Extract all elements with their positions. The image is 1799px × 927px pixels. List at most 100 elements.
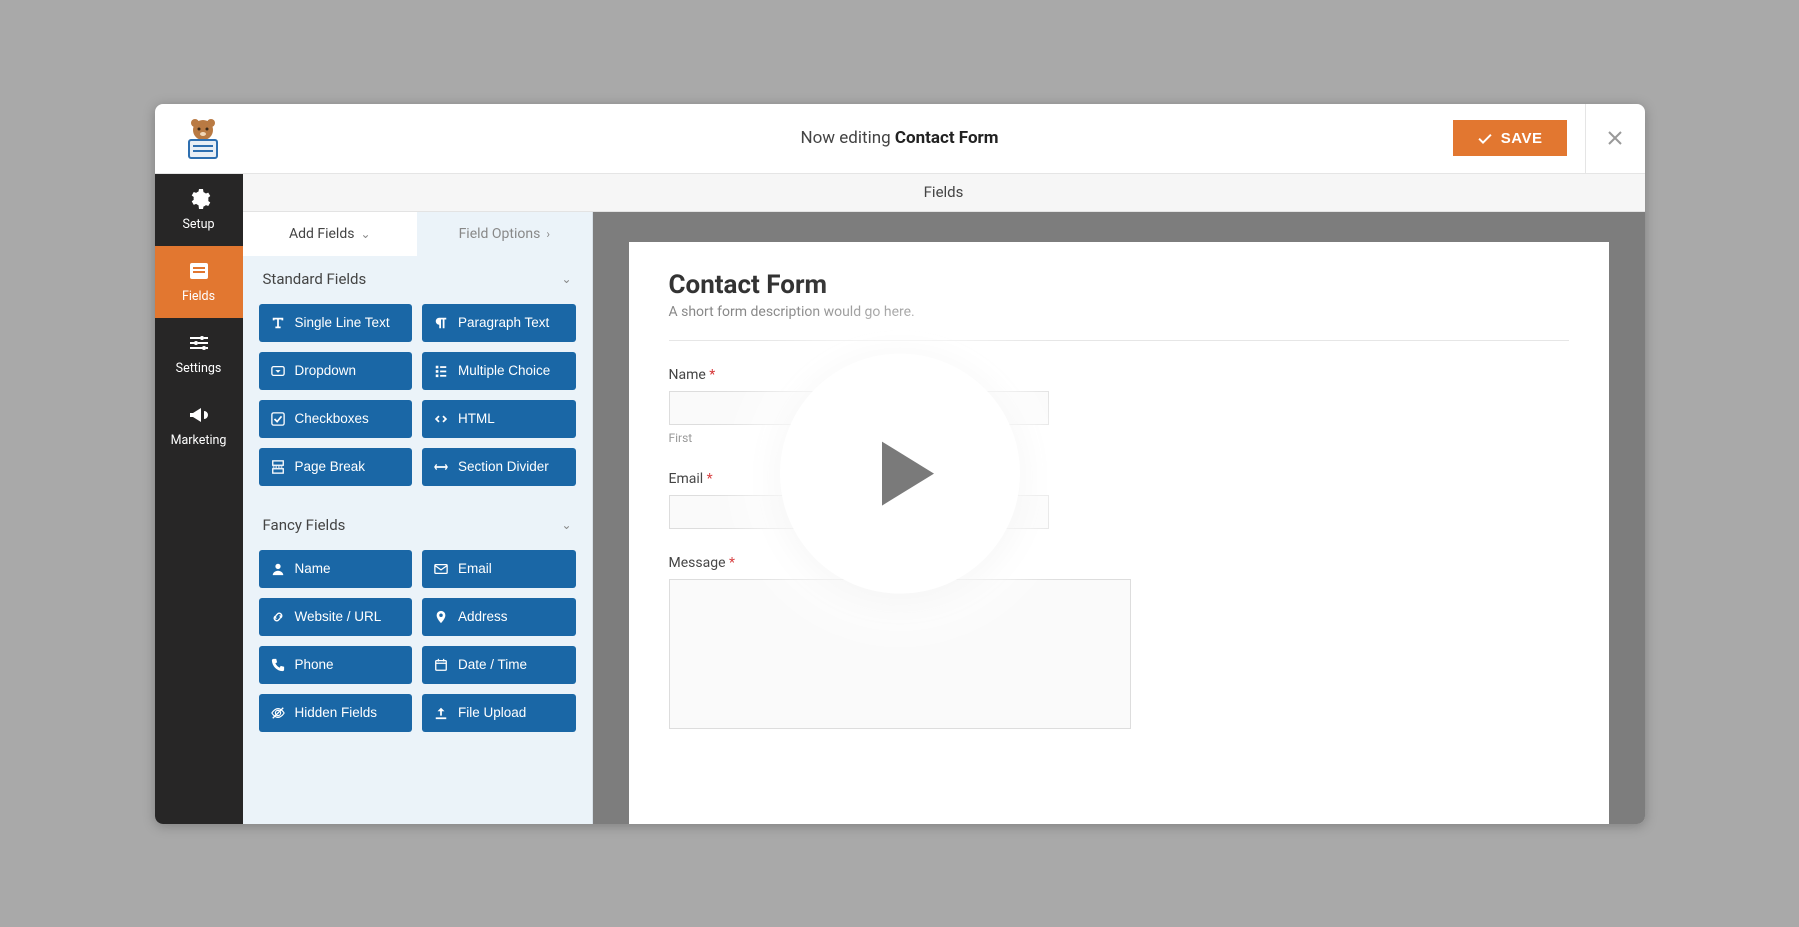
rail-fields-label: Fields xyxy=(182,289,215,304)
eye-off-icon xyxy=(271,706,285,720)
field-datetime[interactable]: Date / Time xyxy=(422,646,576,684)
field-label: Website / URL xyxy=(295,609,382,624)
section-fancy-label: Fancy Fields xyxy=(263,516,346,534)
field-label: Date / Time xyxy=(458,657,527,672)
play-button[interactable] xyxy=(780,353,1020,593)
top-bar: Now editing Contact Form SAVE xyxy=(155,104,1645,174)
field-paragraph-text[interactable]: Paragraph Text xyxy=(422,304,576,342)
panel-title-bar: Fields xyxy=(243,174,1645,212)
field-label: Email xyxy=(458,561,492,576)
section-standard-label: Standard Fields xyxy=(263,270,367,288)
message-textarea[interactable] xyxy=(669,579,1131,729)
field-label: Hidden Fields xyxy=(295,705,378,720)
field-multiple-choice[interactable]: Multiple Choice xyxy=(422,352,576,390)
fancy-fields-grid: Name Email Website / URL Address Phone D… xyxy=(243,544,592,748)
rail-marketing[interactable]: Marketing xyxy=(155,390,243,462)
link-icon xyxy=(271,610,285,624)
save-button[interactable]: SAVE xyxy=(1453,120,1567,156)
paragraph-icon xyxy=(434,316,448,330)
field-html[interactable]: HTML xyxy=(422,400,576,438)
required-asterisk: * xyxy=(707,471,713,487)
calendar-icon xyxy=(434,658,448,672)
tab-add-fields[interactable]: Add Fields ⌄ xyxy=(243,212,418,256)
checkbox-icon xyxy=(271,412,285,426)
rail-setup[interactable]: Setup xyxy=(155,174,243,246)
tab-field-options-label: Field Options xyxy=(459,226,541,242)
rail-settings[interactable]: Settings xyxy=(155,318,243,390)
dropdown-icon xyxy=(271,364,285,378)
label-text: Email xyxy=(669,471,704,487)
rail-settings-label: Settings xyxy=(176,361,222,376)
rail-marketing-label: Marketing xyxy=(171,433,227,448)
field-label: Dropdown xyxy=(295,363,357,378)
sliders-icon xyxy=(187,331,211,355)
gear-icon xyxy=(187,187,211,211)
map-pin-icon xyxy=(434,610,448,624)
name-label: Name * xyxy=(669,367,1569,383)
field-phone[interactable]: Phone xyxy=(259,646,413,684)
field-hidden[interactable]: Hidden Fields xyxy=(259,694,413,732)
phone-icon xyxy=(271,658,285,672)
play-icon xyxy=(866,433,946,513)
tab-add-fields-label: Add Fields xyxy=(289,226,355,242)
form-icon xyxy=(187,259,211,283)
field-page-break[interactable]: Page Break xyxy=(259,448,413,486)
field-website[interactable]: Website / URL xyxy=(259,598,413,636)
editing-prefix: Now editing xyxy=(800,128,894,148)
app-frame: Now editing Contact Form SAVE Setup Fiel… xyxy=(155,104,1645,824)
nav-rail: Setup Fields Settings Marketing xyxy=(155,174,243,824)
field-single-line-text[interactable]: Single Line Text xyxy=(259,304,413,342)
preview-area: Contact Form A short form description wo… xyxy=(593,212,1645,824)
field-label: HTML xyxy=(458,411,495,426)
field-label: Single Line Text xyxy=(295,315,390,330)
chevron-down-icon: ⌄ xyxy=(360,227,370,241)
code-icon xyxy=(434,412,448,426)
top-bar-right: SAVE xyxy=(1453,104,1645,173)
field-label: Name xyxy=(295,561,331,576)
field-label: Phone xyxy=(295,657,334,672)
close-icon xyxy=(1605,128,1625,148)
sidebar-tabs: Add Fields ⌄ Field Options › xyxy=(243,212,592,256)
tab-field-options[interactable]: Field Options › xyxy=(417,212,592,256)
field-label: Section Divider xyxy=(458,459,549,474)
field-name[interactable]: Name xyxy=(259,550,413,588)
chevron-right-icon: › xyxy=(546,227,550,241)
required-asterisk: * xyxy=(709,367,715,383)
form-title: Contact Form xyxy=(669,270,1569,300)
bear-logo-icon xyxy=(179,114,227,162)
rail-fields[interactable]: Fields xyxy=(155,246,243,318)
section-standard-fields[interactable]: Standard Fields ⌄ xyxy=(243,256,592,298)
envelope-icon xyxy=(434,562,448,576)
field-checkboxes[interactable]: Checkboxes xyxy=(259,400,413,438)
rail-setup-label: Setup xyxy=(182,217,214,232)
field-label: Checkboxes xyxy=(295,411,369,426)
user-icon xyxy=(271,562,285,576)
field-label: Page Break xyxy=(295,459,366,474)
section-fancy-fields[interactable]: Fancy Fields ⌄ xyxy=(243,502,592,544)
save-label: SAVE xyxy=(1501,130,1543,147)
field-label: File Upload xyxy=(458,705,526,720)
field-address[interactable]: Address xyxy=(422,598,576,636)
label-text: Message xyxy=(669,555,726,571)
field-section-divider[interactable]: Section Divider xyxy=(422,448,576,486)
field-dropdown[interactable]: Dropdown xyxy=(259,352,413,390)
field-email[interactable]: Email xyxy=(422,550,576,588)
required-asterisk: * xyxy=(729,555,735,571)
chevron-down-icon: ⌄ xyxy=(561,518,571,532)
form-preview: Contact Form A short form description wo… xyxy=(629,242,1609,824)
divider-icon xyxy=(434,460,448,474)
field-upload[interactable]: File Upload xyxy=(422,694,576,732)
panel-title: Fields xyxy=(924,183,964,201)
form-name: Contact Form xyxy=(895,128,999,148)
close-button[interactable] xyxy=(1585,104,1645,173)
standard-fields-grid: Single Line Text Paragraph Text Dropdown… xyxy=(243,298,592,502)
editing-title: Now editing Contact Form xyxy=(155,128,1645,148)
label-text: Name xyxy=(669,367,706,383)
megaphone-icon xyxy=(187,403,211,427)
field-preview-message[interactable]: Message * xyxy=(669,555,1569,729)
form-description: A short form description would go here. xyxy=(669,304,1569,320)
upload-icon xyxy=(434,706,448,720)
page-break-icon xyxy=(271,460,285,474)
divider xyxy=(669,340,1569,341)
list-icon xyxy=(434,364,448,378)
